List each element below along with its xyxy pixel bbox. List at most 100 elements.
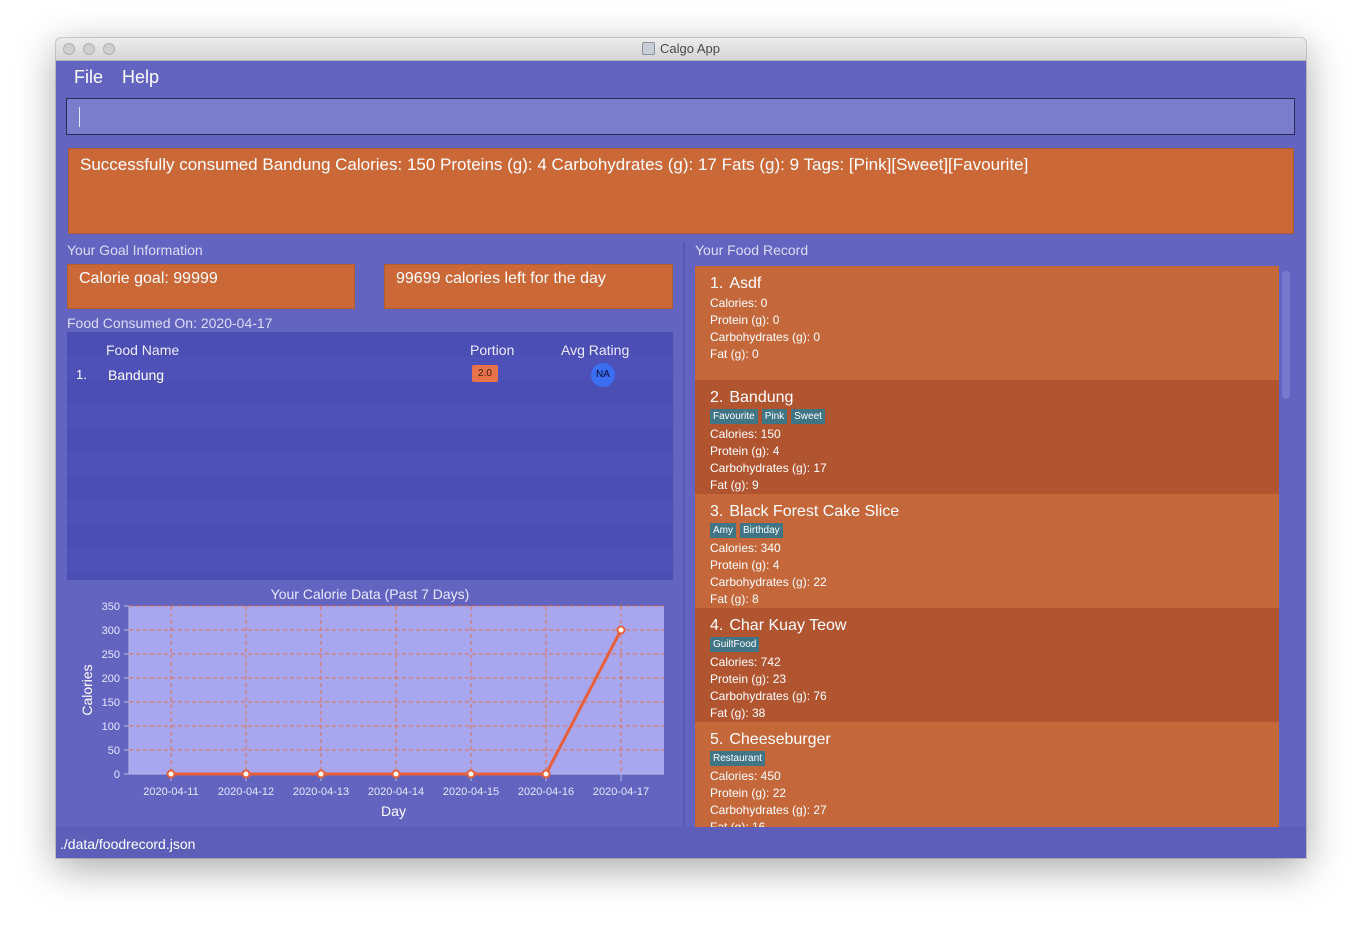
data-point [616, 625, 626, 635]
food-index: 1. [710, 275, 724, 292]
food-carbs: Carbohydrates (g): 27 [710, 803, 827, 817]
tag-list: Restaurant [710, 751, 1264, 768]
x-tick-label: 2020-04-17 [593, 786, 649, 798]
calorie-chart: Your Calorie Data (Past 7 Days) 0 50 100 15… [67, 581, 673, 826]
title-bar[interactable]: Calgo App [56, 38, 1306, 61]
food-record-card[interactable]: 1. Asdf Calories: 0 Protein (g): 0 Carbohydr… [695, 266, 1279, 380]
food-calories: Calories: 742 [710, 655, 781, 669]
food-calories: Calories: 340 [710, 541, 781, 555]
food-protein: Protein (g): 23 [710, 672, 787, 686]
consumed-section-label: Food Consumed On: 2020-04-17 [67, 315, 273, 331]
food-title: 4. Char Kuay Teow [710, 617, 1264, 637]
food-record-card[interactable]: 4. Char Kuay Teow GuiltFood Calories: 742 Pr… [695, 608, 1279, 722]
result-text: Successfully consumed Bandung Calories: … [80, 155, 1029, 174]
y-tick-label: 100 [102, 721, 120, 733]
scroll-thumb[interactable] [1282, 271, 1290, 399]
command-input[interactable] [66, 98, 1295, 135]
row-index: 1. [76, 367, 87, 382]
food-carbs: Carbohydrates (g): 0 [710, 330, 821, 344]
window-title-text: Calgo App [660, 41, 720, 56]
pane-divider[interactable] [683, 242, 685, 827]
y-tick-label: 150 [102, 697, 120, 709]
calorie-goal-box: Calorie goal: 99999 [67, 264, 355, 309]
food-calories: Calories: 0 [710, 296, 768, 310]
y-tick-label: 200 [102, 673, 120, 685]
y-tick-label: 0 [114, 769, 120, 781]
food-tag: Sweet [791, 409, 825, 424]
y-tick-label: 350 [102, 601, 120, 613]
app-window: Calgo App File Help Successfully consume… [56, 38, 1306, 858]
x-tick-label: 2020-04-16 [518, 786, 574, 798]
x-axis-label: Day [381, 803, 406, 819]
food-title: 1. Asdf [710, 275, 1264, 295]
header-portion[interactable]: Portion [470, 342, 514, 358]
menu-help[interactable]: Help [122, 67, 159, 88]
x-tick-label: 2020-04-12 [218, 786, 274, 798]
food-protein: Protein (g): 4 [710, 444, 780, 458]
food-tag: Pink [761, 409, 788, 424]
y-tick-label: 250 [102, 649, 120, 661]
food-calories: Calories: 450 [710, 769, 781, 783]
y-tick-label: 50 [108, 745, 120, 757]
food-tag: Amy [710, 523, 736, 538]
consumed-food-table[interactable]: Food Name Portion Avg Rating 1. Bandung … [67, 332, 673, 580]
app-icon [642, 42, 655, 55]
status-file-path: ./data/foodrecord.json [60, 836, 196, 852]
food-name: Char Kuay Teow [729, 617, 847, 634]
x-tick-label: 2020-04-15 [443, 786, 499, 798]
food-record-scrollbar[interactable] [1279, 266, 1293, 828]
food-title: 5. Cheeseburger [710, 731, 1264, 751]
food-fat: Fat (g): 8 [710, 592, 759, 606]
food-title: 2. Bandung [710, 389, 1264, 409]
food-fat: Fat (g): 0 [710, 347, 759, 361]
portion-badge: 2.0 [472, 365, 498, 382]
food-record-card[interactable]: 2. Bandung Favourite Pink Sweet Calories: 150… [695, 380, 1279, 494]
tag-list: Favourite Pink Sweet [710, 409, 1264, 426]
food-index: 3. [710, 503, 724, 520]
y-tick-label: 300 [102, 625, 120, 637]
data-point [466, 769, 476, 779]
menu-file[interactable]: File [74, 67, 103, 88]
food-record-section-label: Your Food Record [695, 242, 809, 258]
food-carbs: Carbohydrates (g): 22 [710, 575, 827, 589]
food-fat: Fat (g): 9 [710, 478, 759, 492]
data-point [241, 769, 251, 779]
food-protein: Protein (g): 4 [710, 558, 780, 572]
food-name: Cheeseburger [729, 731, 831, 748]
food-index: 2. [710, 389, 724, 406]
food-name: Black Forest Cake Slice [729, 503, 900, 520]
y-axis-label: Calories [79, 664, 95, 715]
calorie-goal-text: Calorie goal: 99999 [79, 270, 218, 287]
food-index: 5. [710, 731, 724, 748]
remaining-calories-box: 99699 calories left for the day [384, 264, 673, 309]
row-food-name: Bandung [108, 367, 165, 383]
food-record-card[interactable]: 5. Cheeseburger Restaurant Calories: 450 Pro… [695, 722, 1279, 828]
food-tag: Restaurant [710, 751, 765, 766]
food-name: Bandung [729, 389, 794, 406]
food-tag: GuiltFood [710, 637, 760, 652]
x-tick-label: 2020-04-14 [368, 786, 424, 798]
goal-section-label: Your Goal Information [67, 242, 203, 258]
data-point [391, 769, 401, 779]
data-point [541, 769, 551, 779]
chart-svg: 0 50 100 150 200 250 300 350 2020-04-11 2020-04-1… [79, 601, 664, 819]
food-tag: Birthday [740, 523, 783, 538]
food-record-list[interactable]: 1. Asdf Calories: 0 Protein (g): 0 Carbohydr… [695, 266, 1279, 828]
food-protein: Protein (g): 0 [710, 313, 780, 327]
food-protein: Protein (g): 22 [710, 786, 787, 800]
status-bar: ./data/foodrecord.json [56, 827, 1306, 858]
x-tick-label: 2020-04-13 [293, 786, 349, 798]
window-title: Calgo App [56, 41, 1306, 56]
food-calories: Calories: 150 [710, 427, 781, 441]
food-title: 3. Black Forest Cake Slice [710, 503, 1264, 523]
food-carbs: Carbohydrates (g): 17 [710, 461, 827, 475]
header-food-name[interactable]: Food Name [106, 342, 179, 358]
data-point [316, 769, 326, 779]
food-record-card[interactable]: 3. Black Forest Cake Slice Amy Birthday Calo… [695, 494, 1279, 608]
menu-bar: File Help [56, 61, 1306, 95]
header-avg-rating[interactable]: Avg Rating [561, 342, 629, 358]
food-name: Asdf [729, 275, 762, 292]
x-tick-label: 2020-04-11 [143, 786, 198, 798]
food-tag: Favourite [710, 409, 758, 424]
food-index: 4. [710, 617, 724, 634]
